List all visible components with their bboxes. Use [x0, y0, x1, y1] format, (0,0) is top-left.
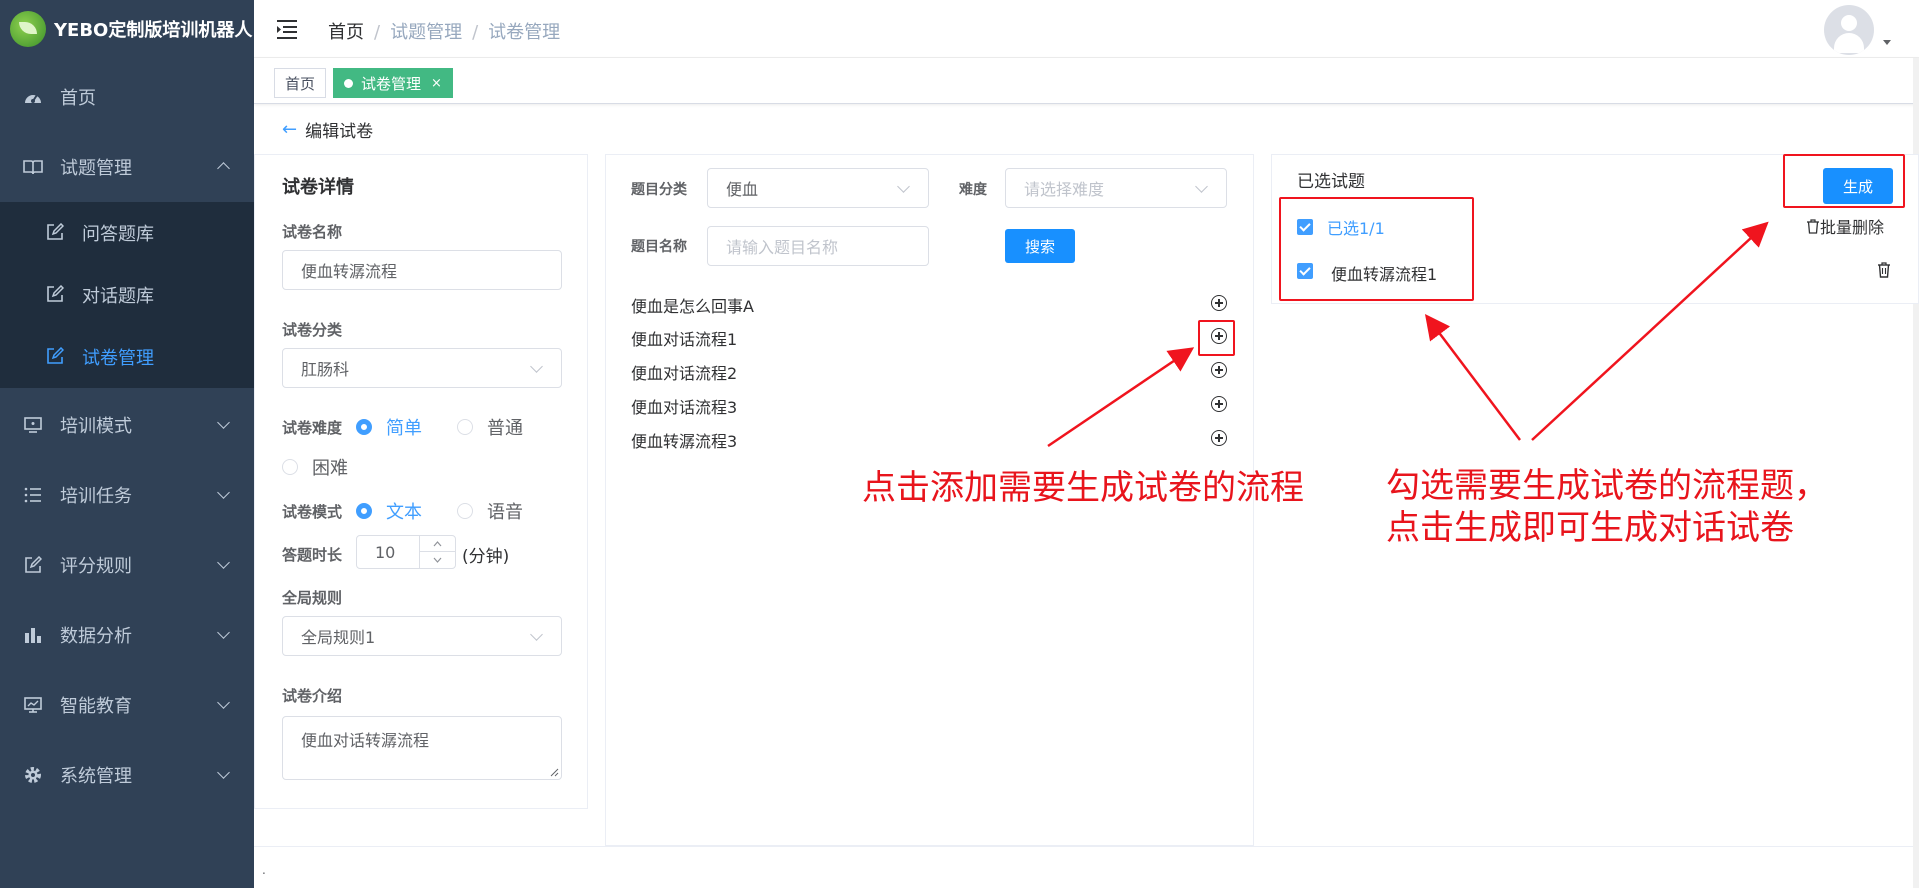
footer: . — [254, 846, 1913, 888]
annotation-note: 勾选需要生成试卷的流程题， — [1386, 466, 1828, 506]
footer-text: . — [262, 863, 266, 877]
annotation-note: 点击添加需要生成试卷的流程 — [862, 468, 1304, 508]
annotation-arrows — [1047, 221, 1769, 448]
annotation-arrow — [1531, 221, 1769, 441]
annotation-note: 点击生成即可生成对话试卷 — [1386, 508, 1794, 548]
annotation-arrow — [1047, 347, 1195, 448]
annotation-arrow — [1424, 314, 1521, 441]
